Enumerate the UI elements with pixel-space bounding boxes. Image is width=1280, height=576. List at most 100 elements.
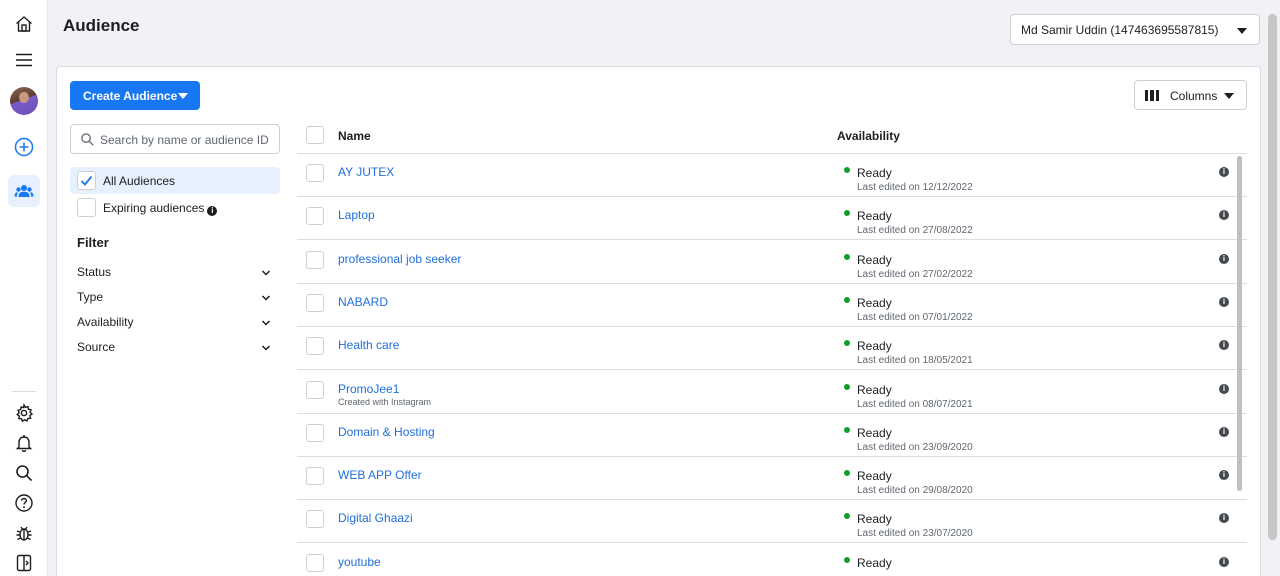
status-text: Ready bbox=[857, 252, 892, 267]
column-header-availability[interactable]: Availability bbox=[837, 129, 900, 143]
select-all-checkbox[interactable] bbox=[306, 126, 324, 144]
row-checkbox[interactable] bbox=[306, 510, 324, 529]
last-edited-text: Last edited on 27/02/2022 bbox=[857, 268, 973, 280]
filter-status[interactable]: Status bbox=[77, 265, 273, 283]
info-icon[interactable]: i bbox=[1219, 340, 1229, 351]
chevron-down-icon bbox=[1237, 28, 1247, 34]
left-rail bbox=[0, 0, 48, 576]
create-audience-button[interactable]: Create Audience bbox=[70, 81, 200, 110]
avatar[interactable] bbox=[10, 87, 38, 115]
info-icon[interactable]: i bbox=[1219, 167, 1229, 177]
chevron-down-icon bbox=[261, 270, 271, 276]
status-text: Ready bbox=[857, 512, 892, 527]
filter-availability[interactable]: Availability bbox=[77, 315, 273, 333]
filter-source[interactable]: Source bbox=[77, 340, 273, 358]
row-checkbox[interactable] bbox=[306, 423, 324, 442]
audience-name-link[interactable]: professional job seeker bbox=[338, 252, 461, 266]
audience-name-link[interactable]: NABARD bbox=[338, 295, 388, 309]
table-row[interactable]: PromoJee1 Created with Instagram Ready Last… bbox=[297, 371, 1247, 414]
row-checkbox[interactable] bbox=[306, 380, 324, 399]
info-icon[interactable]: i bbox=[1219, 253, 1229, 264]
page-scrollbar[interactable] bbox=[1268, 14, 1277, 540]
bell-icon[interactable] bbox=[8, 427, 40, 459]
audience-icon[interactable] bbox=[8, 175, 40, 207]
table-row[interactable]: Domain & Hosting Ready Last edited on 23/0… bbox=[297, 414, 1247, 457]
settings-icon[interactable] bbox=[8, 397, 40, 429]
info-icon[interactable]: i bbox=[1219, 556, 1229, 567]
table-row[interactable]: NABARD Ready Last edited on 07/01/2022 i bbox=[297, 284, 1247, 327]
check-icon bbox=[80, 175, 93, 186]
status-dot bbox=[844, 556, 850, 563]
columns-button[interactable]: Columns bbox=[1134, 80, 1247, 110]
table-row[interactable]: WEB APP Offer Ready Last edited on 29/08/2… bbox=[297, 457, 1247, 501]
option-expiring-audiences[interactable]: Expiring audiences i bbox=[70, 194, 280, 221]
account-selector[interactable]: Md Samir Uddin (147463695587815) bbox=[1010, 14, 1260, 45]
row-checkbox[interactable] bbox=[306, 293, 324, 312]
status-text: Ready bbox=[857, 555, 892, 570]
info-icon[interactable]: i bbox=[1219, 210, 1229, 221]
audience-search bbox=[70, 124, 280, 154]
row-checkbox[interactable] bbox=[306, 250, 324, 269]
column-header-name[interactable]: Name bbox=[338, 129, 371, 143]
table-row[interactable]: AY JUTEX Ready Last edited on 12/12/2022 i bbox=[297, 154, 1247, 197]
status-dot bbox=[844, 253, 850, 260]
audience-name-link[interactable]: WEB APP Offer bbox=[338, 468, 422, 482]
info-icon[interactable]: i bbox=[1219, 426, 1229, 437]
search-input[interactable] bbox=[100, 131, 275, 148]
audience-subtitle: Created with Instagram bbox=[338, 396, 432, 407]
status-dot bbox=[844, 513, 850, 520]
table-row[interactable]: Health care Ready Last edited on 18/05/202… bbox=[297, 327, 1247, 371]
status-dot bbox=[844, 167, 850, 173]
last-edited-text: Last edited on 27/08/2022 bbox=[857, 225, 973, 237]
audience-name-link[interactable]: Laptop bbox=[338, 208, 375, 222]
audience-name-link[interactable]: Domain & Hosting bbox=[338, 425, 435, 439]
table-row[interactable]: youtube Ready i bbox=[297, 544, 1247, 576]
audience-name-link[interactable]: PromoJee1 bbox=[338, 382, 399, 396]
row-checkbox[interactable] bbox=[306, 164, 324, 182]
all-audiences-checkbox[interactable] bbox=[77, 171, 96, 190]
expiring-audiences-checkbox[interactable] bbox=[77, 198, 96, 217]
row-checkbox[interactable] bbox=[306, 207, 324, 226]
filter-title: Filter bbox=[77, 235, 109, 250]
last-edited-text: Last edited on 29/08/2020 bbox=[857, 485, 973, 497]
last-edited-text: Last edited on 23/09/2020 bbox=[857, 441, 973, 453]
info-icon[interactable]: i bbox=[1219, 296, 1229, 307]
all-audiences-label: All Audiences bbox=[103, 174, 176, 188]
table-scrollbar[interactable] bbox=[1237, 156, 1242, 491]
status-text: Ready bbox=[857, 209, 892, 224]
status-text: Ready bbox=[857, 295, 892, 310]
table-row[interactable]: Laptop Ready Last edited on 27/08/2022 i bbox=[297, 197, 1247, 241]
audience-name-link[interactable]: AY JUTEX bbox=[338, 165, 394, 179]
home-icon[interactable] bbox=[8, 8, 40, 40]
menu-icon[interactable] bbox=[8, 44, 40, 76]
option-all-audiences[interactable]: All Audiences bbox=[70, 167, 280, 194]
row-checkbox[interactable] bbox=[306, 553, 324, 572]
row-checkbox[interactable] bbox=[306, 467, 324, 486]
filter-type[interactable]: Type bbox=[77, 290, 273, 308]
status-text: Ready bbox=[857, 382, 892, 397]
chevron-down-icon bbox=[261, 320, 271, 326]
search-icon[interactable] bbox=[8, 457, 40, 489]
info-icon[interactable]: i bbox=[1219, 513, 1229, 524]
table-row[interactable]: Digital Ghaazi Ready Last edited on 23/07/… bbox=[297, 500, 1247, 544]
info-icon[interactable]: i bbox=[1219, 470, 1229, 481]
table-row[interactable]: professional job seeker Ready Last edited … bbox=[297, 241, 1247, 284]
bug-icon[interactable] bbox=[8, 517, 40, 549]
status-text: Ready bbox=[857, 425, 892, 440]
add-circle-icon[interactable] bbox=[8, 131, 40, 163]
last-edited-text: Last edited on 08/07/2021 bbox=[857, 398, 973, 410]
status-dot bbox=[844, 426, 850, 433]
filter-label: Status bbox=[77, 265, 112, 279]
row-checkbox[interactable] bbox=[306, 337, 324, 356]
status-dot bbox=[844, 296, 850, 303]
status-dot bbox=[844, 340, 850, 347]
status-dot bbox=[844, 210, 850, 217]
info-icon[interactable]: i bbox=[207, 206, 218, 216]
info-icon[interactable]: i bbox=[1219, 383, 1229, 394]
audience-name-link[interactable]: Digital Ghaazi bbox=[338, 511, 413, 525]
expiring-audiences-label: Expiring audiences bbox=[103, 201, 205, 215]
help-icon[interactable] bbox=[8, 487, 40, 519]
audience-name-link[interactable]: Health care bbox=[338, 338, 399, 352]
side-panel-icon[interactable] bbox=[8, 547, 40, 576]
audience-name-link[interactable]: youtube bbox=[338, 555, 381, 569]
